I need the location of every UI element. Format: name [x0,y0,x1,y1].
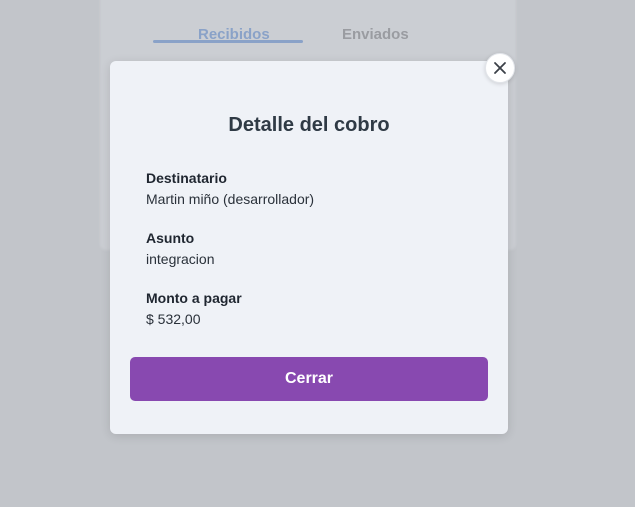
recipient-value: Martin miño (desarrollador) [146,191,315,207]
recipient-field: Destinatario Martin miño (desarrollador) [146,169,472,208]
subject-field: Asunto integracion [146,229,472,268]
charge-detail-modal: Detalle del cobro Destinatario Martin mi… [110,61,508,434]
subject-value: integracion [146,251,215,267]
recipient-label: Destinatario [146,170,227,186]
modal-title: Detalle del cobro [228,114,390,136]
close-button[interactable]: Cerrar [130,357,488,401]
amount-field: Monto a pagar $ 532,00 [146,289,472,328]
subject-label: Asunto [146,230,195,246]
close-modal-button[interactable] [485,53,515,83]
background-tab-2: Enviados [342,26,409,43]
close-icon [493,61,507,75]
amount-value: $ 532,00 [146,311,201,327]
amount-label: Monto a pagar [146,290,242,306]
background-tab-underline [153,40,303,43]
